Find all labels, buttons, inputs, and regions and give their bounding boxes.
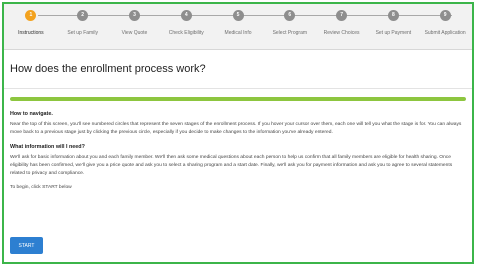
step-2-circle[interactable]: 2 <box>77 10 89 21</box>
step-set-up-payment[interactable]: 8 Set up Payment <box>367 4 419 36</box>
step-3-label: View Quote <box>121 30 148 36</box>
step-view-quote[interactable]: 3 View Quote <box>109 4 161 36</box>
step-5-label: Medical Info <box>224 30 252 36</box>
step-check-eligibility[interactable]: 4 Check Eligibility <box>160 4 212 36</box>
step-7-circle[interactable]: 7 <box>336 10 348 21</box>
step-1-label: Instructions <box>18 30 44 36</box>
step-5-circle[interactable]: 5 <box>232 10 244 21</box>
step-7-label: Review Choices <box>323 30 360 36</box>
page-question: How does the enrollment process work? <box>4 50 472 89</box>
step-6-label: Select Program <box>272 30 308 36</box>
step-set-up-family[interactable]: 2 Set up Family <box>57 4 109 36</box>
progress-fill <box>10 97 466 101</box>
how-to-navigate-title: How to navigate. <box>10 111 53 117</box>
start-button[interactable]: START <box>10 237 43 254</box>
instructions-content: How to navigate. Near the top of this sc… <box>4 101 472 190</box>
how-to-navigate-text: Near the top of this screen, you'll see … <box>10 122 462 135</box>
step-1-circle[interactable]: 1 <box>25 10 37 21</box>
what-information-text: We'll ask for basic information about yo… <box>10 155 453 176</box>
begin-instruction: To begin, click START below <box>10 185 72 190</box>
step-select-program[interactable]: 6 Select Program <box>264 4 316 36</box>
progress-bar <box>10 97 466 101</box>
step-2-label: Set up Family <box>67 30 98 36</box>
step-6-circle[interactable]: 6 <box>284 10 296 21</box>
step-9-label: Submit Application <box>424 30 466 36</box>
step-4-circle[interactable]: 4 <box>180 10 192 21</box>
step-8-circle[interactable]: 8 <box>387 10 399 21</box>
step-3-circle[interactable]: 3 <box>128 10 140 21</box>
stepper-steps: 1 Instructions 2 Set up Family 3 View Qu… <box>4 4 472 36</box>
enrollment-page: 1 Instructions 2 Set up Family 3 View Qu… <box>2 2 474 264</box>
step-review-choices[interactable]: 7 Review Choices <box>316 4 368 36</box>
progress-wrapper <box>4 89 472 101</box>
step-8-label: Set up Payment <box>375 30 412 36</box>
step-9-circle[interactable]: 9 <box>439 10 451 21</box>
step-4-label: Check Eligibility <box>168 30 204 36</box>
enrollment-stepper: 1 Instructions 2 Set up Family 3 View Qu… <box>4 4 472 50</box>
step-submit-application[interactable]: 9 Submit Application <box>419 4 471 36</box>
step-instructions[interactable]: 1 Instructions <box>5 4 57 36</box>
step-medical-info[interactable]: 5 Medical Info <box>212 4 264 36</box>
what-information-title: What information will I need? <box>10 144 85 150</box>
